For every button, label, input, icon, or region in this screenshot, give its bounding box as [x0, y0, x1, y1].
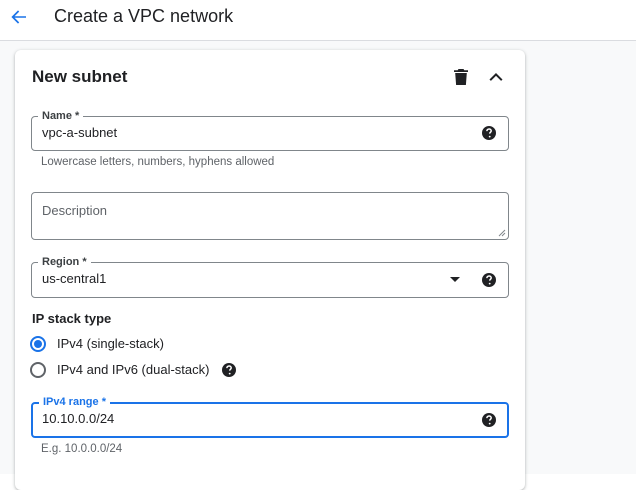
ipv4-range-field[interactable]: IPv4 range * 10.10.0.0/24 — [31, 395, 509, 438]
back-button[interactable] — [4, 2, 34, 32]
ipv4-range-label: IPv4 range * — [39, 395, 110, 409]
region-select[interactable]: Region * us-central1 — [31, 255, 509, 298]
region-value: us-central1 — [42, 271, 107, 286]
help-icon[interactable] — [481, 272, 497, 288]
region-label: Region * — [38, 255, 91, 269]
card-title: New subnet — [32, 67, 128, 86]
ipv4-range-hint: E.g. 10.0.0.0/24 — [41, 443, 123, 455]
radio-checked[interactable] — [30, 336, 46, 352]
page-title: Create a VPC network — [54, 6, 234, 26]
ip-stack-type-label: IP stack type — [32, 311, 112, 326]
description-field[interactable]: Description — [31, 192, 509, 240]
top-bar: Create a VPC network — [0, 0, 636, 41]
description-placeholder: Description — [42, 203, 108, 218]
name-label: Name * — [38, 109, 84, 123]
help-icon[interactable] — [481, 125, 497, 141]
dropdown-arrow-icon[interactable] — [450, 277, 460, 283]
radio-unchecked[interactable] — [30, 362, 46, 378]
chevron-up-icon — [489, 72, 503, 81]
arrow-back-icon — [11, 10, 26, 24]
resize-grip-icon[interactable] — [498, 229, 506, 237]
ipv4-ipv6-dual-stack-radio[interactable]: IPv4 and IPv6 (dual-stack) — [30, 360, 237, 380]
delete-subnet-button[interactable] — [449, 65, 473, 89]
name-hint: Lowercase letters, numbers, hyphens allo… — [41, 156, 275, 168]
trash-icon — [454, 69, 468, 85]
radio-label-ipv4: IPv4 (single-stack) — [57, 336, 164, 351]
collapse-button[interactable] — [484, 65, 508, 89]
name-field[interactable]: Name * vpc-a-subnet — [31, 109, 509, 151]
radio-label-dual-stack: IPv4 and IPv6 (dual-stack) — [57, 362, 210, 377]
help-icon[interactable] — [221, 362, 237, 378]
help-icon[interactable] — [481, 412, 497, 428]
name-value[interactable]: vpc-a-subnet — [42, 125, 117, 141]
ipv4-single-stack-radio[interactable]: IPv4 (single-stack) — [30, 334, 164, 354]
ipv4-range-value[interactable]: 10.10.0.0/24 — [42, 411, 114, 427]
